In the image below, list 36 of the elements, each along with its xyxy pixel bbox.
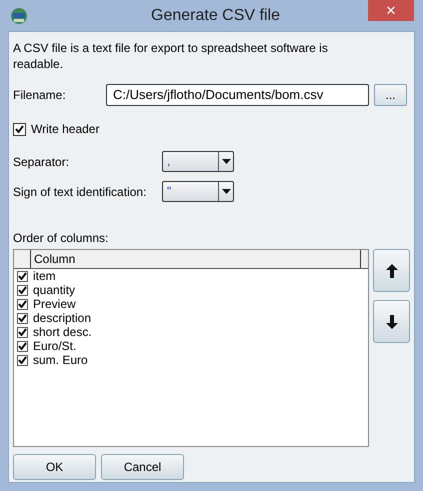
column-checkbox[interactable] (17, 312, 28, 324)
dropdown-arrow-icon (222, 159, 230, 164)
column-name[interactable]: item (33, 269, 56, 283)
app-icon (10, 6, 28, 24)
browse-button[interactable]: ... (374, 84, 407, 106)
column-name[interactable]: sum. Euro (33, 353, 88, 367)
dialog-button[interactable]: Cancel (101, 454, 184, 480)
close-button[interactable]: ✕ (368, 0, 414, 21)
column-checkbox[interactable] (17, 326, 28, 338)
column-name[interactable]: description (33, 311, 92, 325)
column-checkbox[interactable] (17, 284, 28, 296)
write-header-label: Write header (31, 121, 100, 138)
text-sign-dropdown[interactable]: " (162, 181, 234, 202)
column-checkbox[interactable] (17, 270, 28, 282)
description-text: A CSV file is a text file for export to spreadsheet software is readable. (13, 40, 329, 72)
column-name[interactable]: quantity (33, 283, 76, 297)
dialog-button[interactable]: OK (13, 454, 96, 480)
columns-label: Order of columns: (13, 230, 110, 247)
filename-label: Filename: (13, 87, 67, 104)
text-sign-label: Sign of text identification: (13, 184, 148, 200)
window-title: Generate CSV file (151, 6, 280, 26)
column-checkbox[interactable] (17, 298, 28, 310)
move-up-button[interactable] (373, 249, 410, 292)
column-name[interactable]: short desc. (33, 325, 92, 339)
column-name[interactable]: Euro/St. (33, 339, 76, 353)
write-header-checkbox[interactable] (13, 122, 26, 136)
separator-dropdown[interactable]: , (162, 151, 234, 172)
dropdown-arrow-icon (222, 189, 230, 194)
filename-field[interactable]: C:/Users/jflotho/Documents/bom.csv (106, 84, 369, 106)
column-checkbox[interactable] (17, 340, 28, 352)
arrow-up-icon (386, 264, 398, 278)
arrow-down-icon (386, 314, 398, 328)
move-down-button[interactable] (373, 300, 410, 343)
column-name[interactable]: Preview (33, 297, 76, 311)
column-checkbox[interactable] (17, 354, 28, 366)
separator-label: Separator: (13, 154, 70, 170)
